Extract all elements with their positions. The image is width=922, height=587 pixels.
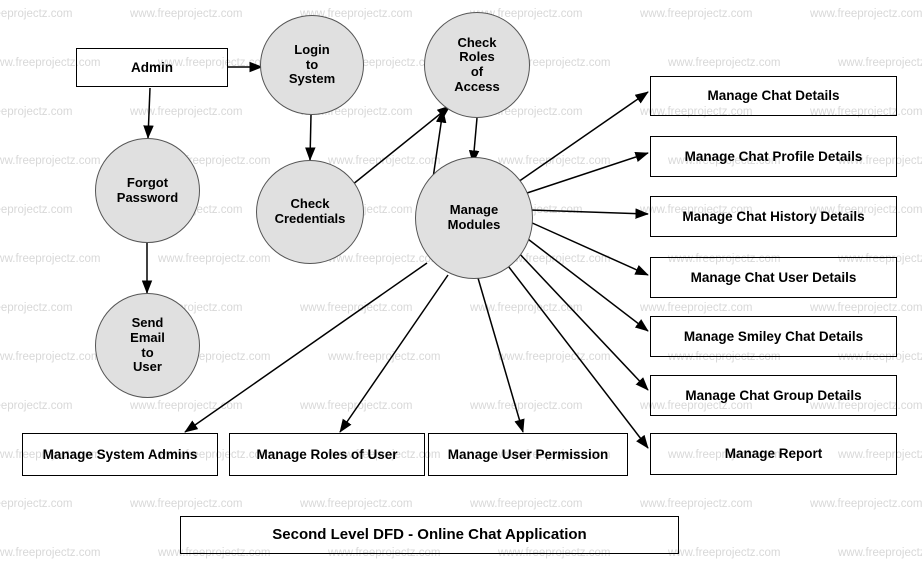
process-check-roles-line-1: Check	[457, 34, 497, 50]
process-send-email-to-user[interactable]: Send Email to User	[95, 293, 200, 398]
data-store-manage-chat-group-details-label: Manage Chat Group Details	[685, 387, 862, 403]
data-store-manage-system-admins[interactable]: Manage System Admins	[22, 433, 218, 476]
process-send-email-line-3: to	[141, 344, 154, 360]
data-store-manage-chat-details[interactable]: Manage Chat Details	[650, 76, 897, 116]
flow-manage-modules-to-chat-details	[517, 91, 649, 183]
data-store-manage-smiley-chat-details[interactable]: Manage Smiley Chat Details	[650, 316, 897, 357]
process-login-line-3: System	[288, 71, 336, 87]
data-store-manage-chat-group-details[interactable]: Manage Chat Group Details	[650, 375, 897, 416]
data-store-manage-report-label: Manage Report	[724, 446, 823, 462]
process-send-email-line-4: User	[133, 359, 162, 375]
process-manage-modules-line-2: Modules	[447, 217, 501, 232]
process-check-credentials-line-2: Credentials	[274, 211, 346, 226]
data-store-manage-user-permission[interactable]: Manage User Permission	[428, 433, 628, 476]
diagram-caption: Second Level DFD - Online Chat Applicati…	[180, 516, 679, 554]
process-check-roles-of-access[interactable]: Check Roles of Access	[424, 12, 530, 118]
data-store-manage-user-permission-label: Manage User Permission	[447, 446, 609, 462]
data-store-manage-system-admins-label: Manage System Admins	[42, 446, 198, 462]
process-check-roles-line-3: of	[470, 64, 484, 79]
data-store-manage-chat-history-details-label: Manage Chat History Details	[682, 208, 865, 224]
flow-manage-modules-to-roles-of-user	[339, 274, 449, 433]
process-login-line-1: Login	[294, 42, 330, 58]
flow-admin-to-forgot	[143, 87, 154, 139]
process-check-roles-line-2: Roles	[459, 49, 495, 65]
process-check-roles-line-4: Access	[454, 78, 500, 94]
external-entity-admin[interactable]: Admin	[76, 48, 228, 87]
data-store-manage-roles-of-user-label: Manage Roles of User	[256, 446, 398, 462]
data-store-manage-chat-details-label: Manage Chat Details	[707, 88, 840, 104]
process-manage-modules-line-1: Manage	[449, 202, 499, 218]
process-check-credentials-line-1: Check	[290, 196, 330, 212]
flow-manage-modules-to-chat-group	[515, 249, 649, 391]
external-entity-admin-label: Admin	[131, 59, 173, 75]
process-forgot-line-2: Password	[116, 189, 179, 205]
data-store-manage-chat-user-details-label: Manage Chat User Details	[690, 269, 857, 285]
process-login-line-2: to	[305, 56, 319, 72]
data-store-manage-chat-user-details[interactable]: Manage Chat User Details	[650, 257, 897, 298]
dfd-diagram-canvas: www.freeprojectz.comwww.freeprojectz.com…	[0, 0, 922, 587]
flow-manage-modules-to-chat-user	[529, 221, 649, 276]
flow-manage-modules-to-chat-history	[529, 208, 649, 219]
data-store-manage-chat-profile-details[interactable]: Manage Chat Profile Details	[650, 136, 897, 177]
data-store-manage-smiley-chat-details-label: Manage Smiley Chat Details	[683, 328, 864, 344]
process-send-email-line-1: Send	[131, 315, 164, 331]
process-forgot-line-1: Forgot	[126, 174, 169, 190]
flow-manage-modules-to-system-admins	[184, 262, 428, 433]
process-check-credentials[interactable]: Check Credentials	[256, 160, 364, 264]
flow-manage-modules-to-report	[504, 261, 649, 449]
process-send-email-line-2: Email	[130, 329, 165, 345]
data-store-manage-chat-history-details[interactable]: Manage Chat History Details	[650, 196, 897, 237]
diagram-caption-label: Second Level DFD - Online Chat Applicati…	[272, 525, 587, 543]
data-store-manage-report[interactable]: Manage Report	[650, 433, 897, 475]
flow-login-to-check-credentials	[305, 114, 316, 161]
flow-manage-modules-to-smiley-chat	[523, 235, 649, 332]
data-store-manage-roles-of-user[interactable]: Manage Roles of User	[229, 433, 425, 476]
flow-manage-modules-to-user-permission	[477, 277, 525, 433]
process-login-to-system[interactable]: Login to System	[260, 15, 364, 115]
flow-manage-modules-to-chat-profile	[523, 151, 649, 195]
process-manage-modules[interactable]: Manage Modules	[415, 157, 533, 279]
process-forgot-password[interactable]: Forgot Password	[95, 138, 200, 243]
data-store-manage-chat-profile-details-label: Manage Chat Profile Details	[684, 148, 863, 164]
